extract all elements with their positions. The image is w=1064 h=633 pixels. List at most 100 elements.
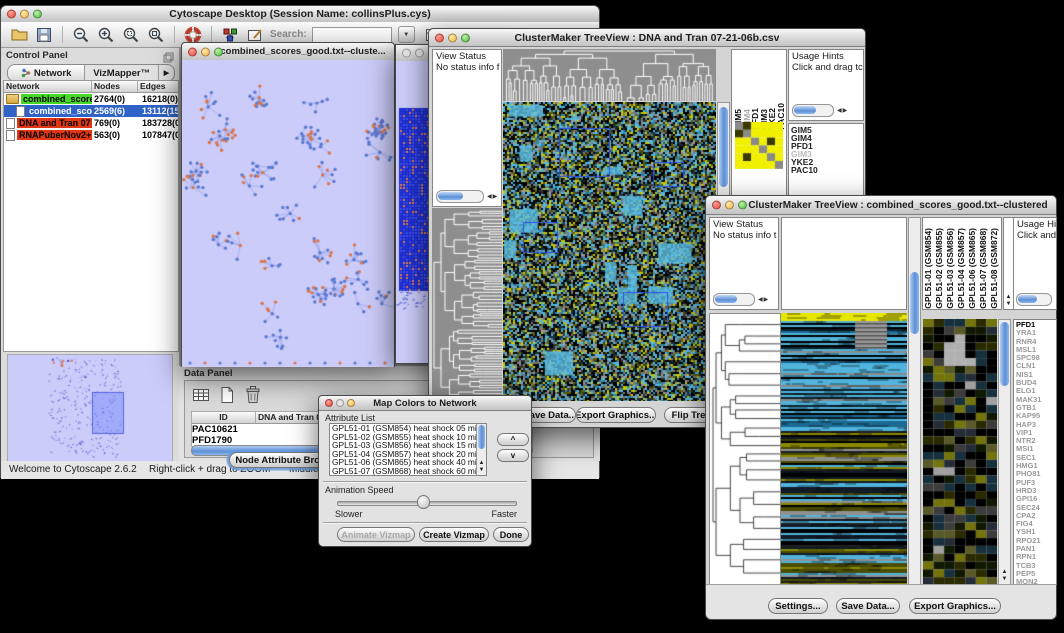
tv2-status-scrollbar[interactable]: ◀▶ xyxy=(713,293,769,306)
close-button[interactable] xyxy=(188,47,197,56)
tv2-column-dendrogram-area[interactable] xyxy=(781,217,907,310)
zoom-button[interactable] xyxy=(347,399,355,407)
tv2-detail-heatmap[interactable] xyxy=(923,319,997,585)
scroll-arrows-icon[interactable]: ▲▼ xyxy=(477,460,486,474)
table-grid-icon[interactable] xyxy=(191,385,211,405)
trash-icon[interactable] xyxy=(243,385,263,405)
close-button[interactable] xyxy=(325,399,333,407)
create-vizmap-button[interactable]: Create Vizmap xyxy=(419,527,489,542)
treeview2-window: ClusterMaker TreeView : combined_scores_… xyxy=(705,195,1057,620)
scroll-arrows-icon[interactable]: ▲▼ xyxy=(999,569,1010,583)
attribute-list-scrollbar[interactable]: ▲▼ xyxy=(476,424,486,475)
scroll-arrows-icon[interactable]: ▲▼ xyxy=(1004,294,1013,308)
tv1-status-scrollbar[interactable]: ◀▶ xyxy=(436,190,498,203)
animate-vizmap-button[interactable]: Animate Vizmap xyxy=(337,527,415,542)
tv2-button-0[interactable]: Settings... xyxy=(768,598,828,614)
tv2-main-vscrollbar[interactable] xyxy=(908,217,921,585)
main-titlebar[interactable]: Cytoscape Desktop (Session Name: collins… xyxy=(1,6,599,23)
attribute-listbox[interactable]: GPL51-01 (GSM854) heat shock 05 minGPL51… xyxy=(329,423,487,476)
minimize-button[interactable] xyxy=(725,201,734,210)
network-nodes: 2569(6) xyxy=(92,106,140,116)
tv2-usage-scrollbar[interactable] xyxy=(1016,293,1052,306)
animation-speed-label: Animation Speed xyxy=(325,485,394,495)
network-row[interactable]: combined_scores2764(0)16218(0) xyxy=(4,93,178,105)
new-doc-icon[interactable] xyxy=(217,385,237,405)
tv2-gene-list[interactable]: PFD1YRA1RNR4MSL1SPC98CLN1NIS1BUD4ELG1MAK… xyxy=(1013,319,1057,585)
zoom-fit-icon[interactable] xyxy=(146,25,166,45)
tv2-button-1[interactable]: Save Data... xyxy=(836,598,900,614)
zoom-in-icon[interactable] xyxy=(96,25,116,45)
doc-icon xyxy=(6,130,15,141)
treeview1-titlebar[interactable]: ClusterMaker TreeView : DNA and Tran 07-… xyxy=(429,29,865,47)
network-row[interactable]: RNAPuberNov2+563(0)107847(0) xyxy=(4,129,178,141)
tv1-usage-hints-panel: Usage Hints Click and drag tc ◀▶ xyxy=(788,49,864,121)
zoom-selected-icon[interactable] xyxy=(121,25,141,45)
close-button[interactable] xyxy=(402,49,411,58)
zoom-out-icon[interactable] xyxy=(71,25,91,45)
tv1-usage-scrollbar[interactable]: ◀▶ xyxy=(792,104,848,117)
move-down-button[interactable]: v xyxy=(497,449,529,462)
search-input[interactable] xyxy=(312,27,392,43)
close-button[interactable] xyxy=(7,10,16,19)
gene-label[interactable]: PAC10 xyxy=(789,166,863,174)
animation-speed-slider-thumb[interactable] xyxy=(417,495,430,509)
minimize-button[interactable] xyxy=(20,10,29,19)
zoom-button[interactable] xyxy=(33,10,42,19)
tv2-usage-title: Usage Hints xyxy=(1014,218,1056,231)
tab-vizmapper[interactable]: VizMapper™ xyxy=(85,65,159,81)
network-canvas[interactable] xyxy=(182,60,394,367)
tv2-column-labels-panel: GPL51-01 (GSM854)GPL51-02 (GSM855)GPL51-… xyxy=(922,217,1002,310)
network-row[interactable]: DNA and Tran 07769(0)183728(0) xyxy=(4,117,178,129)
zoom-button[interactable] xyxy=(738,201,747,210)
network-row[interactable]: combined_sco2569(6)13112(15) xyxy=(4,105,178,117)
tab-network[interactable]: Network xyxy=(8,65,85,81)
minimize-button[interactable] xyxy=(415,49,424,58)
scroll-arrows-icon[interactable]: ◀▶ xyxy=(487,192,498,202)
network-view-window: combined_scores_good.txt--cluste... xyxy=(181,42,395,367)
network-nodes: 563(0) xyxy=(92,130,140,140)
col-nodes[interactable]: Nodes xyxy=(92,81,138,92)
minimize-button[interactable] xyxy=(448,33,457,42)
tv2-button-2[interactable]: Export Graphics... xyxy=(909,598,1001,614)
tv2-vscroll-thumb[interactable] xyxy=(910,272,919,334)
data-panel-title: Data Panel xyxy=(184,368,233,379)
attribute-scroll-thumb[interactable] xyxy=(478,425,485,449)
close-button[interactable] xyxy=(712,201,721,210)
tv2-heatmap[interactable] xyxy=(781,313,907,585)
tv2-column-label[interactable]: GPL51-08 (GSM872) xyxy=(990,228,1001,309)
tv1-minimap-heatmap[interactable] xyxy=(735,122,783,169)
minimize-button[interactable] xyxy=(201,47,210,56)
dialog-titlebar[interactable]: Map Colors to Network xyxy=(319,396,531,411)
attribute-item[interactable]: GPL51-07 (GSM868) heat shock 60 min xyxy=(330,467,486,476)
tv1-heatmap[interactable] xyxy=(503,102,716,401)
open-folder-icon[interactable] xyxy=(9,25,29,45)
done-button[interactable]: Done xyxy=(493,527,529,542)
zoom-button[interactable] xyxy=(214,47,223,56)
move-up-button[interactable]: ^ xyxy=(497,433,529,446)
tab-overflow-arrow[interactable]: ▶ xyxy=(159,65,174,81)
treeview2-titlebar[interactable]: ClusterMaker TreeView : combined_scores_… xyxy=(706,196,1056,215)
scroll-arrows-icon[interactable]: ◀▶ xyxy=(758,295,769,305)
save-icon[interactable] xyxy=(34,25,54,45)
tv1-row-dendrogram[interactable] xyxy=(432,208,502,401)
close-button[interactable] xyxy=(435,33,444,42)
search-dropdown-button[interactable]: ▼ xyxy=(398,26,415,43)
tv1-column-dendrogram[interactable] xyxy=(503,49,716,101)
tv1-button-1[interactable]: Export Graphics... xyxy=(576,407,656,423)
minimize-button[interactable] xyxy=(336,399,344,407)
tv2-detail-vscroll-thumb[interactable] xyxy=(1000,322,1009,386)
network-name: combined_scores xyxy=(21,94,92,104)
tv2-row-dendrogram[interactable] xyxy=(709,313,781,587)
network-edges: 13112(15) xyxy=(140,106,178,116)
network-view-titlebar[interactable]: combined_scores_good.txt--cluste... xyxy=(182,43,394,61)
tv1-vscroll-thumb[interactable] xyxy=(719,107,728,187)
tv2-detail-vscrollbar[interactable]: ▲▼ xyxy=(998,319,1011,585)
zoom-button[interactable] xyxy=(461,33,470,42)
data-col-id[interactable]: ID xyxy=(192,412,256,423)
network-overview-canvas[interactable] xyxy=(7,354,173,462)
scroll-arrows-icon[interactable]: ◀▶ xyxy=(837,106,848,116)
col-network[interactable]: Network xyxy=(4,81,92,92)
col-edges[interactable]: Edges xyxy=(138,81,178,92)
tv1-view-status-title: View Status xyxy=(433,50,501,63)
network-rows: combined_scores2764(0)16218(0)combined_s… xyxy=(4,93,178,141)
